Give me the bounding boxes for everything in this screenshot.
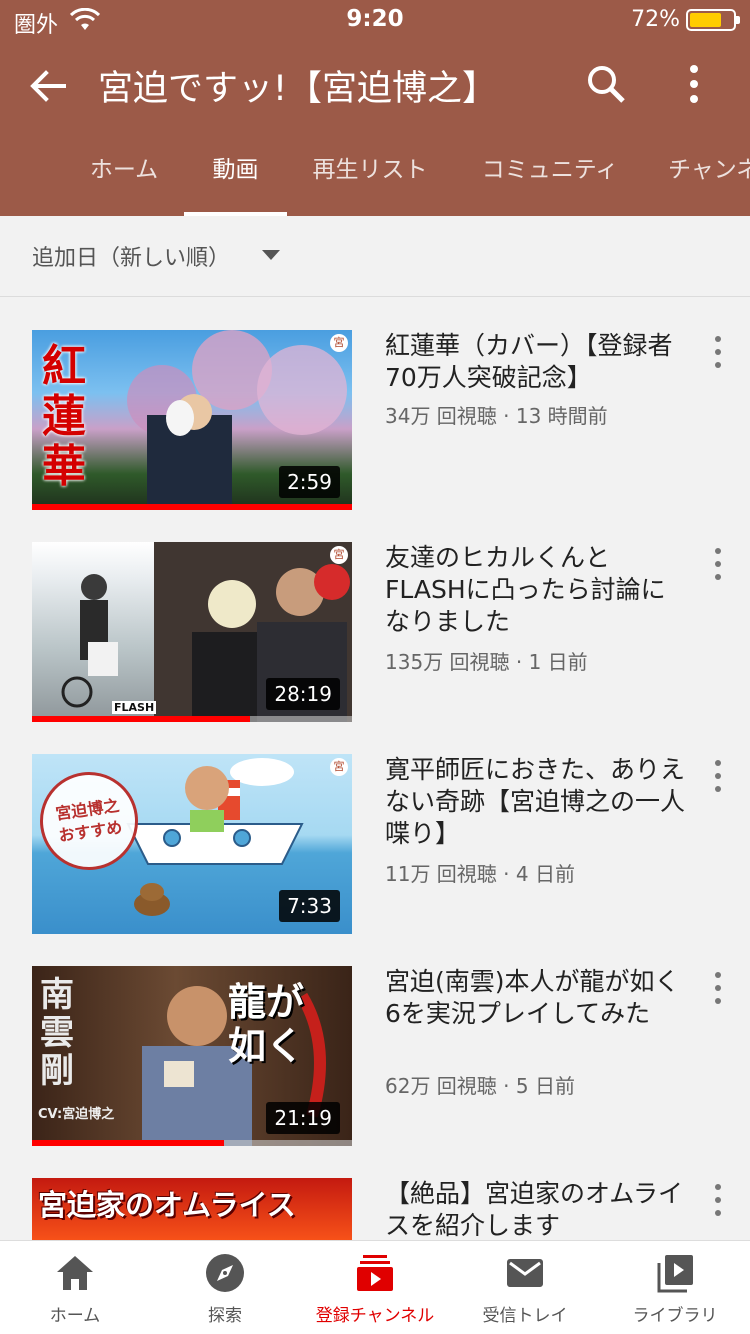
- video-thumbnail[interactable]: 紅蓮華 宮 2:59: [32, 330, 352, 510]
- status-bar: 圏外 9:20 72%: [0, 0, 750, 40]
- search-icon[interactable]: [582, 60, 630, 108]
- video-more-icon[interactable]: [706, 758, 730, 794]
- thumbnail-flash-text: FLASH: [112, 701, 157, 714]
- video-title[interactable]: 紅蓮華（カバー）【登録者70万人突破記念】: [385, 330, 685, 394]
- channel-title: 宮迫ですッ!【宮迫博之】: [98, 69, 498, 109]
- video-item[interactable]: 南雲剛 龍が如く CV:宮迫博之 21:19 宮迫(南雲)本人が龍が如く6を実況…: [0, 966, 750, 1178]
- channel-watermark: 宮: [330, 334, 348, 352]
- nav-home[interactable]: ホーム: [0, 1241, 150, 1334]
- video-duration: 7:33: [279, 890, 340, 922]
- nav-label: 登録チャンネル: [315, 1306, 435, 1326]
- channel-header: 宮迫ですッ!【宮迫博之】 ホーム 動画 再生リスト コミュニティ チャンネル: [0, 40, 750, 216]
- watch-progress-bar: [32, 504, 352, 510]
- video-title[interactable]: 【絶品】宮迫家のオムライスを紹介します: [385, 1178, 685, 1242]
- thumbnail-caption: CV:宮迫博之: [38, 1107, 115, 1122]
- battery-icon: [686, 9, 740, 31]
- watch-progress-bar: [32, 716, 250, 722]
- video-item[interactable]: 宮迫博之 おすすめ 宮 7:33 寛平師匠におきた、ありえない奇跡【宮迫博之の一…: [0, 754, 750, 966]
- video-duration: 21:19: [266, 1102, 340, 1134]
- more-vert-icon[interactable]: [672, 60, 716, 108]
- tab-videos[interactable]: 動画: [184, 146, 287, 216]
- battery-percent: 72%: [631, 7, 680, 32]
- library-icon: [657, 1255, 693, 1293]
- video-meta: 62万 回視聴 · 5 日前: [385, 1074, 575, 1098]
- video-meta: 34万 回視聴 · 13 時間前: [385, 404, 608, 428]
- sort-selector[interactable]: 追加日（新しい順）: [0, 216, 750, 297]
- channel-watermark: 宮: [330, 758, 348, 776]
- video-thumbnail[interactable]: FLASH 宮 28:19: [32, 542, 352, 722]
- dropdown-caret-icon: [262, 250, 280, 260]
- app-root: 圏外 9:20 72% 宮迫ですッ!【宮迫博之】 ホーム 動画 再生リスト コミ: [0, 0, 750, 1334]
- nav-label: ライブラリ: [632, 1306, 718, 1326]
- video-more-icon[interactable]: [706, 546, 730, 582]
- video-more-icon[interactable]: [706, 1182, 730, 1218]
- video-title[interactable]: 友達のヒカルくんとFLASHに凸ったら討論になりました: [385, 542, 685, 638]
- video-item[interactable]: FLASH 宮 28:19 友達のヒカルくんとFLASHに凸ったら討論になりまし…: [0, 542, 750, 754]
- tab-playlists[interactable]: 再生リスト: [310, 146, 430, 216]
- back-arrow-icon[interactable]: [24, 62, 72, 110]
- subscriptions-icon: [357, 1255, 393, 1291]
- channel-watermark: 宮: [330, 546, 348, 564]
- video-meta: 11万 回視聴 · 4 日前: [385, 862, 575, 886]
- nav-inbox[interactable]: 受信トレイ: [450, 1241, 600, 1334]
- nav-label: ホーム: [49, 1306, 101, 1326]
- stamp-text: 宮迫博之 おすすめ: [54, 795, 124, 846]
- thumbnail-right-text: 龍が如く: [228, 979, 305, 1068]
- watch-progress-bar: [32, 1140, 224, 1146]
- video-title[interactable]: 宮迫(南雲)本人が龍が如く6を実況プレイしてみた: [385, 966, 685, 1030]
- bottom-navigation: ホーム 探索 登録チャンネル 受信トレイ ライブラリ: [0, 1240, 750, 1334]
- video-item[interactable]: 紅蓮華 宮 2:59 紅蓮華（カバー）【登録者70万人突破記念】 34万 回視聴…: [0, 330, 750, 542]
- nav-label: 受信トレイ: [482, 1306, 568, 1326]
- home-icon: [57, 1256, 93, 1290]
- video-meta: 135万 回視聴 · 1 日前: [385, 650, 588, 674]
- video-more-icon[interactable]: [706, 970, 730, 1006]
- thumbnail-left-text: 南雲剛: [40, 975, 74, 1091]
- inbox-icon: [507, 1259, 543, 1287]
- nav-subscriptions[interactable]: 登録チャンネル: [300, 1241, 450, 1334]
- tab-home[interactable]: ホーム: [88, 146, 160, 216]
- video-duration: 28:19: [266, 678, 340, 710]
- video-title[interactable]: 寛平師匠におきた、ありえない奇跡【宮迫博之の一人喋り】: [385, 754, 685, 850]
- tab-community[interactable]: コミュニティ: [480, 146, 620, 216]
- thumbnail-title: 宮迫家のオムライス: [38, 1188, 296, 1222]
- video-thumbnail[interactable]: 宮迫博之 おすすめ 宮 7:33: [32, 754, 352, 934]
- video-duration: 2:59: [279, 466, 340, 498]
- nav-label: 探索: [208, 1306, 242, 1326]
- video-thumbnail[interactable]: 南雲剛 龍が如く CV:宮迫博之 21:19: [32, 966, 352, 1146]
- nav-library[interactable]: ライブラリ: [600, 1241, 750, 1334]
- channel-tabs: ホーム 動画 再生リスト コミュニティ チャンネル: [0, 146, 750, 216]
- thumbnail-title: 紅蓮華: [42, 341, 86, 492]
- tab-channels[interactable]: チャンネル: [668, 146, 750, 216]
- sort-label: 追加日（新しい順）: [32, 246, 231, 271]
- explore-icon: [206, 1254, 244, 1292]
- video-more-icon[interactable]: [706, 334, 730, 370]
- nav-explore[interactable]: 探索: [150, 1241, 300, 1334]
